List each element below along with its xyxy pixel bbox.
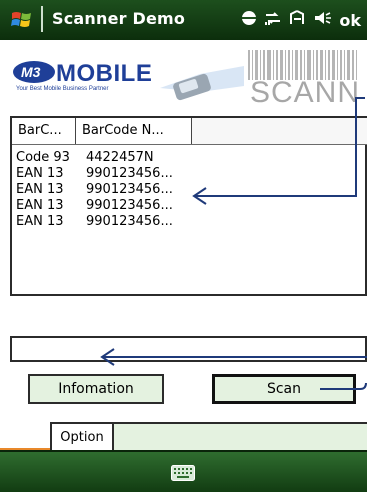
brand-tagline: Your Best Mobile Business Partner <box>16 86 109 92</box>
signal-icon[interactable] <box>289 10 307 30</box>
barcode-type: EAN 13 <box>16 214 64 229</box>
tab-bar: Option <box>50 422 367 452</box>
annotation-arrow-input-icon <box>100 348 367 366</box>
information-button[interactable]: Infomation <box>28 374 164 404</box>
m3-logo-icon: M3 <box>12 60 56 88</box>
column-header-type[interactable]: BarC... <box>12 118 76 144</box>
barcode-number: 990123456... <box>86 182 173 197</box>
barcode-type: Code 93 <box>16 150 70 165</box>
keyboard-icon[interactable] <box>171 465 195 485</box>
main-content: M3 MOBILE Your Best Mobile Business Part… <box>0 40 367 452</box>
annotation-arrow-scan-icon <box>320 382 367 390</box>
bottom-bar <box>0 450 367 492</box>
tab-option[interactable]: Option <box>52 424 114 452</box>
column-header-barcode[interactable]: BarCode N... <box>76 118 192 144</box>
title-bar: Scanner Demo ok <box>0 0 367 42</box>
ok-button[interactable]: ok <box>339 11 361 30</box>
annotation-arrow-list-icon <box>192 97 365 205</box>
connectivity-icon[interactable] <box>264 10 282 30</box>
barcode-type: EAN 13 <box>16 166 64 181</box>
window-title: Scanner Demo <box>52 9 186 28</box>
windows-start-icon[interactable] <box>10 8 34 32</box>
barcode-number: 990123456... <box>86 214 173 229</box>
barcode-number: 4422457N <box>86 150 154 165</box>
title-separator <box>41 6 43 32</box>
barcode-number: 990123456... <box>86 166 173 181</box>
brand-name: MOBILE <box>56 60 153 87</box>
barcode-type: EAN 13 <box>16 182 64 197</box>
volume-icon[interactable] <box>314 10 332 30</box>
barcode-number: 990123456... <box>86 198 173 213</box>
barcode-type: EAN 13 <box>16 198 64 213</box>
sync-icon[interactable] <box>241 10 257 30</box>
status-icons: ok <box>241 8 361 32</box>
svg-text:M3: M3 <box>21 64 41 80</box>
